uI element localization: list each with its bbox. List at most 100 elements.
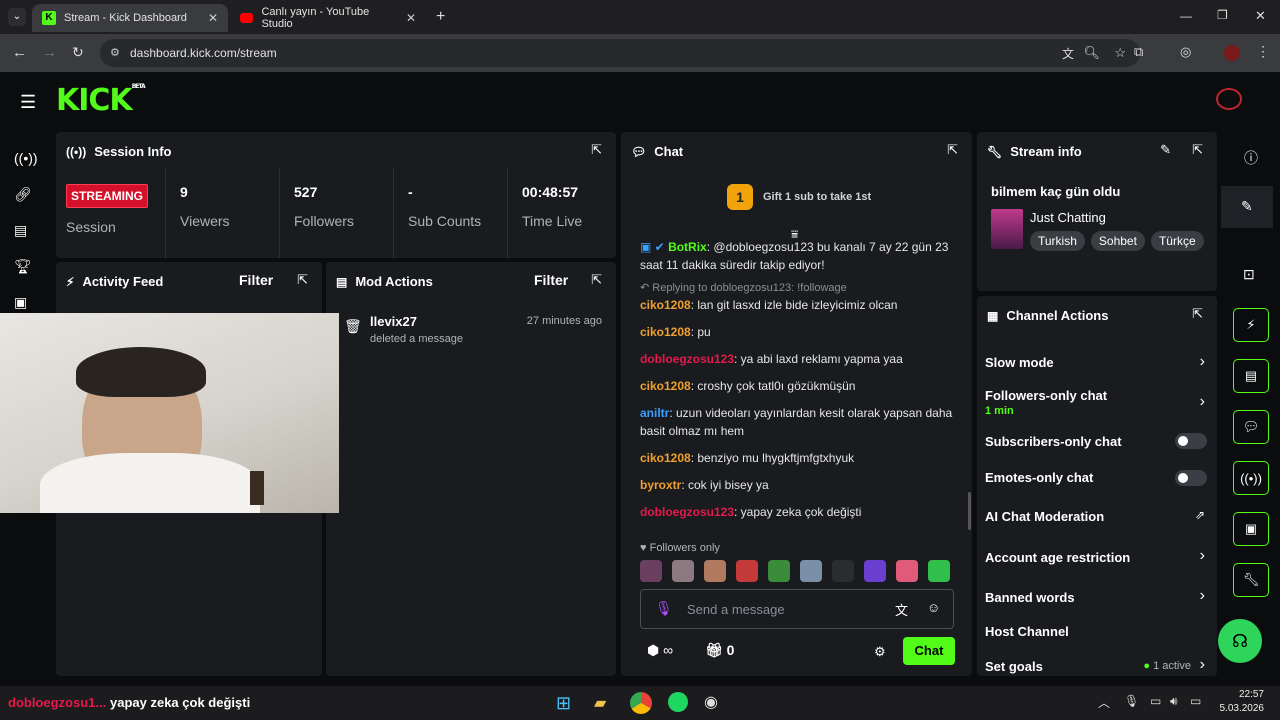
chevron-right-icon[interactable]: ›: [1200, 353, 1205, 371]
link-icon[interactable]: 🔗︎: [14, 186, 32, 203]
profile-avatar[interactable]: [1224, 45, 1240, 61]
emote-icon[interactable]: [672, 560, 694, 582]
back-icon[interactable]: ←: [12, 44, 27, 61]
network-icon[interactable]: ▭: [1150, 694, 1161, 708]
expand-icon[interactable]: ⇱: [947, 142, 958, 158]
bookmark-star-icon[interactable]: ☆: [1114, 45, 1126, 61]
video-icon[interactable]: ▣: [14, 294, 27, 311]
screenshot-icon[interactable]: ⊡: [1243, 266, 1255, 283]
emote-icon[interactable]: [768, 560, 790, 582]
edit-icon[interactable]: ✎: [1160, 142, 1171, 158]
chevron-right-icon[interactable]: ›: [1200, 393, 1205, 411]
close-tab-icon[interactable]: ✕: [208, 11, 218, 25]
kick-logo[interactable]: KICKBETA: [56, 83, 146, 118]
emote-icon[interactable]: [832, 560, 854, 582]
chat-sidebar-button[interactable]: 💬︎: [1233, 410, 1269, 444]
ai-moderation-row[interactable]: AI Chat Moderation: [985, 509, 1205, 524]
chevron-right-icon[interactable]: ›: [1200, 547, 1205, 565]
emote-icon[interactable]: [800, 560, 822, 582]
gift-badge[interactable]: 1: [727, 184, 753, 210]
subscribers-only-row[interactable]: Subscribers-only chat: [985, 434, 1205, 449]
windows-start-icon[interactable]: ⊞: [556, 693, 571, 714]
minimize-button[interactable]: —: [1180, 9, 1192, 23]
info-icon[interactable]: ⓘ: [1244, 148, 1258, 168]
tray-chevron-icon[interactable]: ︿: [1098, 694, 1110, 711]
chevron-right-icon[interactable]: ›: [1200, 656, 1205, 674]
menu-kebab-icon[interactable]: ⋮: [1256, 43, 1270, 60]
tag-pill[interactable]: Türkçe: [1150, 231, 1204, 251]
clock-date[interactable]: 5.03.2026: [1214, 703, 1265, 714]
subscribers-only-toggle[interactable]: [1175, 433, 1207, 449]
chat-scrollbar[interactable]: [968, 492, 971, 530]
volume-icon[interactable]: 🔊︎: [1170, 694, 1178, 709]
host-channel-row[interactable]: Host Channel: [985, 624, 1205, 639]
tab-kick-dashboard[interactable]: K Stream - Kick Dashboard ✕: [32, 4, 228, 32]
emote-icon[interactable]: [864, 560, 886, 582]
followers-only-row[interactable]: Followers-only chat: [985, 388, 1205, 403]
external-link-icon[interactable]: ⇗: [1195, 508, 1205, 522]
expand-icon[interactable]: ⇱: [1192, 306, 1203, 322]
account-age-row[interactable]: Account age restriction: [985, 550, 1205, 565]
expand-icon[interactable]: ⇱: [1192, 142, 1203, 158]
chrome-icon[interactable]: [630, 692, 652, 714]
trophy-icon[interactable]: 🏆︎: [14, 258, 32, 275]
tab-youtube-studio[interactable]: Canlı yayın - YouTube Studio ✕: [230, 4, 426, 32]
chat-input[interactable]: 🎙︎ Send a message 文 ☺: [640, 589, 954, 629]
spotify-icon[interactable]: [668, 692, 688, 712]
chat-settings-icon[interactable]: ⚙: [874, 644, 886, 660]
category-name[interactable]: Just Chatting: [1030, 210, 1106, 225]
zoom-icon[interactable]: 🔍︎: [1083, 45, 1100, 61]
emote-icon[interactable]: [736, 560, 758, 582]
support-headset-icon[interactable]: ☊: [1218, 619, 1262, 663]
user-avatar[interactable]: [1216, 88, 1242, 110]
slow-mode-row[interactable]: Slow mode: [985, 355, 1205, 370]
mod-action-user[interactable]: llevix27: [370, 314, 417, 329]
camera-sidebar-button[interactable]: ▣: [1233, 512, 1269, 546]
profile-sync-icon[interactable]: ◎: [1180, 44, 1191, 60]
clock-time[interactable]: 22:57: [1224, 689, 1264, 700]
category-thumbnail[interactable]: [991, 209, 1023, 249]
emotes-only-toggle[interactable]: [1175, 470, 1207, 486]
gift-sub-text[interactable]: Gift 1 sub to take 1st: [763, 191, 871, 203]
reload-icon[interactable]: ↻: [72, 44, 84, 61]
wrench-sidebar-button[interactable]: 🔧︎: [1233, 563, 1269, 597]
expand-icon[interactable]: ⇱: [591, 272, 602, 288]
file-explorer-icon[interactable]: ▰: [594, 693, 606, 713]
microphone-tray-icon[interactable]: 🎙︎: [1124, 694, 1139, 708]
translate-icon[interactable]: 文: [895, 600, 908, 619]
emote-icon[interactable]: [928, 560, 950, 582]
mod-filter-button[interactable]: Filter: [534, 272, 568, 288]
expand-icon[interactable]: ⇱: [297, 272, 308, 288]
hamburger-menu-icon[interactable]: ☰: [20, 92, 36, 113]
chevron-right-icon[interactable]: ›: [1200, 587, 1205, 605]
edit-tab[interactable]: ✎: [1221, 186, 1273, 228]
tag-pill[interactable]: Sohbet: [1090, 231, 1145, 251]
banned-words-row[interactable]: Banned words: [985, 590, 1205, 605]
stream-nav-icon[interactable]: ((•)): [14, 150, 38, 166]
extensions-icon[interactable]: ⧉: [1134, 44, 1143, 60]
close-window-button[interactable]: ✕: [1255, 8, 1266, 24]
battery-icon[interactable]: ▭: [1190, 694, 1201, 708]
emoji-icon[interactable]: ☺: [927, 600, 940, 615]
dashboard-icon[interactable]: ▤: [14, 222, 27, 239]
maximize-button[interactable]: ❐: [1217, 8, 1228, 22]
forward-icon[interactable]: →: [42, 44, 57, 61]
activity-filter-button[interactable]: Filter: [239, 272, 273, 288]
emote-icon[interactable]: [896, 560, 918, 582]
broadcast-sidebar-button[interactable]: ((•)): [1233, 461, 1269, 495]
lightning-sidebar-button[interactable]: ⚡︎: [1233, 308, 1269, 342]
obs-icon[interactable]: ◉: [704, 692, 718, 712]
new-tab-button[interactable]: +: [436, 8, 445, 26]
send-chat-button[interactable]: Chat: [903, 637, 955, 665]
gift-points[interactable]: 🎁︎ 0: [705, 642, 734, 659]
address-bar[interactable]: ⚙ dashboard.kick.com/stream ☆ 🔍︎ 文: [100, 39, 1140, 67]
emotes-only-row[interactable]: Emotes-only chat: [985, 470, 1205, 485]
emote-icon[interactable]: [704, 560, 726, 582]
emote-icon[interactable]: [640, 560, 662, 582]
microphone-icon[interactable]: 🎙︎: [655, 600, 673, 617]
channel-points-icon[interactable]: ⬢ ∞: [647, 642, 673, 659]
site-info-icon[interactable]: ⚙: [110, 46, 120, 59]
translate-icon[interactable]: 文: [1062, 45, 1074, 62]
close-tab-icon[interactable]: ✕: [406, 11, 416, 25]
tag-pill[interactable]: Turkish: [1030, 231, 1085, 251]
